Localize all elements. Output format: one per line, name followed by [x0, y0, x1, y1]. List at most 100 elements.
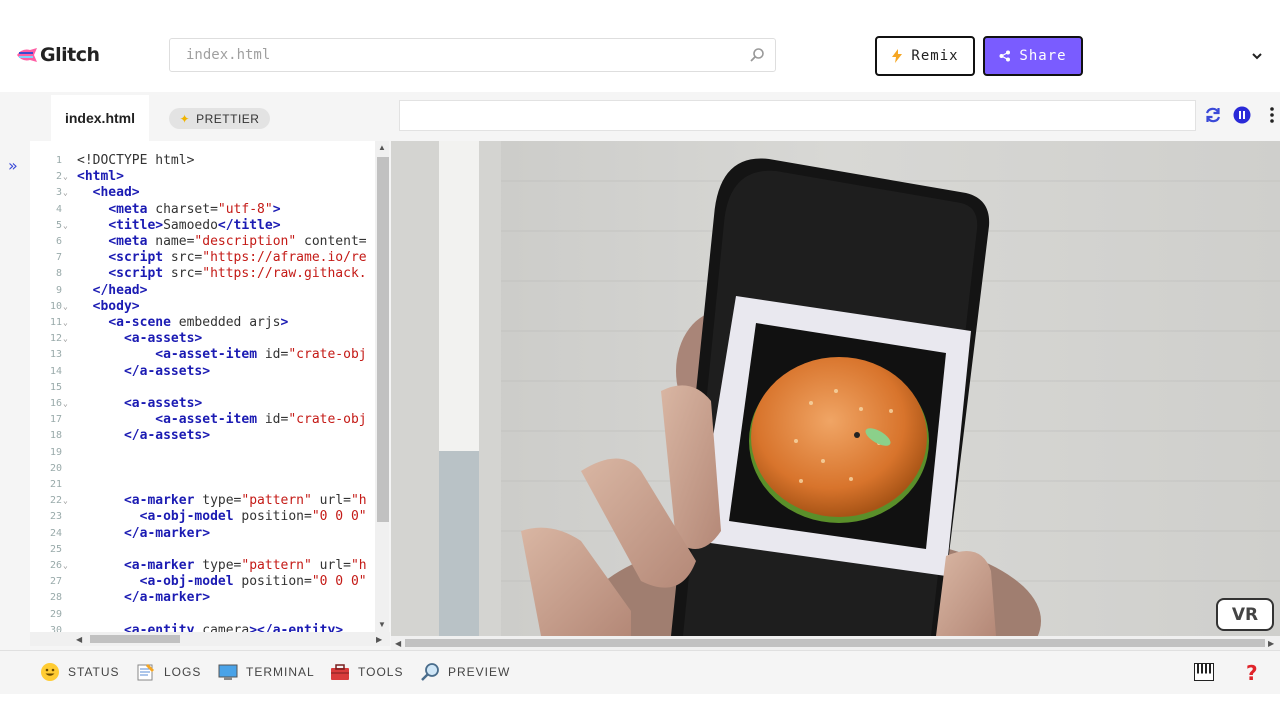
- line-number: 4: [55, 203, 62, 215]
- preview-url-bar[interactable]: [399, 100, 1196, 131]
- code-line[interactable]: 28 </a-marker>: [30, 590, 375, 606]
- code-line[interactable]: 25: [30, 542, 375, 558]
- code-line[interactable]: 19: [30, 445, 375, 461]
- line-number: 1: [55, 155, 62, 166]
- help-icon[interactable]: ?: [1246, 661, 1258, 685]
- fold-toggle-icon[interactable]: ⌄: [63, 169, 68, 185]
- logs-button[interactable]: LOGS: [136, 662, 201, 682]
- code-line[interactable]: 11 ⌄ <a-scene embedded arjs>: [30, 315, 375, 331]
- pause-icon[interactable]: [1233, 106, 1251, 124]
- code-line[interactable]: 13 <a-asset-item id="crate-obj: [30, 347, 375, 363]
- code-editor[interactable]: 1 <!DOCTYPE html> 2 ⌄ <html> 3 ⌄ <head> 4 <meta…: [30, 141, 375, 646]
- fold-toggle-icon[interactable]: ⌄: [63, 396, 68, 412]
- code-text: <a-obj-model position="0 0 0": [139, 574, 367, 590]
- code-line[interactable]: 29: [30, 607, 375, 623]
- code-text: </a-assets>: [123, 363, 211, 379]
- scroll-right-icon[interactable]: ▶: [1268, 639, 1274, 648]
- smiley-icon: [41, 663, 59, 681]
- share-button[interactable]: Share: [983, 36, 1083, 76]
- code-line[interactable]: 8 <script src="https://raw.githack.: [30, 266, 375, 282]
- code-line[interactable]: 16 ⌄ <a-assets>: [30, 396, 375, 412]
- lightning-icon: [892, 49, 903, 63]
- status-button[interactable]: STATUS: [40, 662, 120, 682]
- code-text: <a-asset-item id="crate-obj: [155, 412, 367, 428]
- code-line[interactable]: 9 </head>: [30, 283, 375, 299]
- code-text: <a-assets>: [123, 331, 203, 347]
- scroll-left-icon[interactable]: ◀: [76, 635, 82, 644]
- fold-toggle-icon[interactable]: ⌄: [63, 331, 68, 347]
- glitch-logo[interactable]: Glitch: [16, 44, 100, 66]
- scroll-left-icon[interactable]: ◀: [395, 639, 401, 648]
- search-input-value[interactable]: index.html: [186, 47, 270, 63]
- fold-toggle-icon[interactable]: ⌄: [63, 218, 68, 234]
- code-line[interactable]: 4 <meta charset="utf-8">: [30, 202, 375, 218]
- remix-button[interactable]: Remix: [875, 36, 975, 76]
- fold-toggle-icon[interactable]: ⌄: [63, 493, 68, 509]
- line-number: 13: [49, 349, 62, 361]
- fold-toggle-icon[interactable]: ⌄: [63, 185, 68, 201]
- code-text: <a-assets>: [123, 396, 203, 411]
- code-line[interactable]: 7 <script src="https://aframe.io/re: [30, 250, 375, 266]
- remix-label: Remix: [911, 48, 959, 64]
- sparkle-icon: ✦: [179, 111, 191, 126]
- prettier-button[interactable]: ✦ PRETTIER: [169, 108, 270, 129]
- editor-horizontal-scroll-thumb[interactable]: [90, 635, 180, 643]
- line-number: 9: [55, 284, 62, 296]
- code-line[interactable]: 10 ⌄ <body>: [30, 299, 375, 315]
- scroll-right-icon[interactable]: ▶: [376, 635, 382, 644]
- preview-scroll-thumb[interactable]: [405, 639, 1265, 647]
- refresh-icon[interactable]: [1204, 106, 1222, 124]
- scroll-up-icon[interactable]: ▲: [378, 143, 386, 152]
- tools-button[interactable]: TOOLS: [330, 662, 403, 682]
- more-options-icon[interactable]: [1266, 106, 1278, 124]
- code-line[interactable]: 15: [30, 380, 375, 396]
- code-line[interactable]: 17 <a-asset-item id="crate-obj: [30, 412, 375, 428]
- code-line[interactable]: 3 ⌄ <head>: [30, 185, 375, 201]
- scroll-down-icon[interactable]: ▼: [378, 620, 386, 629]
- editor-vertical-scroll-thumb[interactable]: [377, 157, 389, 522]
- line-number: 29: [49, 608, 62, 620]
- fold-toggle-icon[interactable]: ⌄: [63, 315, 68, 331]
- workspace: » index.html ✦ PRETTIER 1 <!DOCTYPE html>…: [0, 92, 1280, 650]
- vr-mode-button[interactable]: VR: [1216, 598, 1274, 631]
- code-line[interactable]: 21: [30, 477, 375, 493]
- editor-vertical-scrollbar[interactable]: ▲ ▼: [375, 141, 389, 632]
- computer-icon: [218, 664, 238, 680]
- preview-button[interactable]: PREVIEW: [420, 662, 510, 682]
- code-line[interactable]: 5 ⌄ <title>Samoedo</title>: [30, 218, 375, 234]
- code-line[interactable]: 2 ⌄ <html>: [30, 169, 375, 185]
- tab-index-html[interactable]: index.html: [51, 95, 149, 141]
- code-line[interactable]: 1 <!DOCTYPE html>: [30, 153, 375, 169]
- editor-horizontal-scrollbar[interactable]: ◀ ▶: [30, 632, 390, 646]
- expand-sidebar-icon[interactable]: »: [8, 156, 18, 175]
- line-number: 28: [49, 592, 62, 604]
- code-line[interactable]: 18 </a-assets>: [30, 428, 375, 444]
- notepad-icon: [137, 664, 154, 681]
- ar-camera-preview[interactable]: [391, 141, 1280, 636]
- line-number: 24: [49, 527, 62, 539]
- terminal-button[interactable]: TERMINAL: [218, 662, 315, 682]
- piano-icon[interactable]: [1194, 663, 1214, 681]
- fold-toggle-icon[interactable]: ⌄: [63, 299, 68, 315]
- code-line[interactable]: 27 <a-obj-model position="0 0 0": [30, 574, 375, 590]
- code-line[interactable]: 14 </a-assets>: [30, 364, 375, 380]
- line-number: 6: [55, 236, 62, 247]
- preview-horizontal-scrollbar[interactable]: ◀ ▶: [391, 636, 1280, 650]
- search-icon[interactable]: [749, 47, 765, 63]
- file-search-input[interactable]: index.html: [169, 38, 776, 72]
- code-line[interactable]: 12 ⌄ <a-assets>: [30, 331, 375, 347]
- line-number: 16: [49, 398, 62, 409]
- share-label: Share: [1019, 48, 1067, 64]
- code-line[interactable]: 6 <meta name="description" content=: [30, 234, 375, 250]
- line-number: 22: [49, 495, 62, 507]
- code-line[interactable]: 23 <a-obj-model position="0 0 0": [30, 509, 375, 525]
- code-line[interactable]: 26 ⌄ <a-marker type="pattern" url="h: [30, 558, 375, 574]
- code-text: <script src="https://raw.githack.: [108, 266, 367, 282]
- toolbox-icon: [331, 664, 349, 680]
- line-number: 8: [55, 268, 62, 280]
- code-line[interactable]: 24 </a-marker>: [30, 526, 375, 542]
- fold-toggle-icon[interactable]: ⌄: [63, 558, 68, 574]
- code-line[interactable]: 22 ⌄ <a-marker type="pattern" url="h: [30, 493, 375, 509]
- chevron-down-icon[interactable]: [1251, 50, 1263, 62]
- code-line[interactable]: 20: [30, 461, 375, 477]
